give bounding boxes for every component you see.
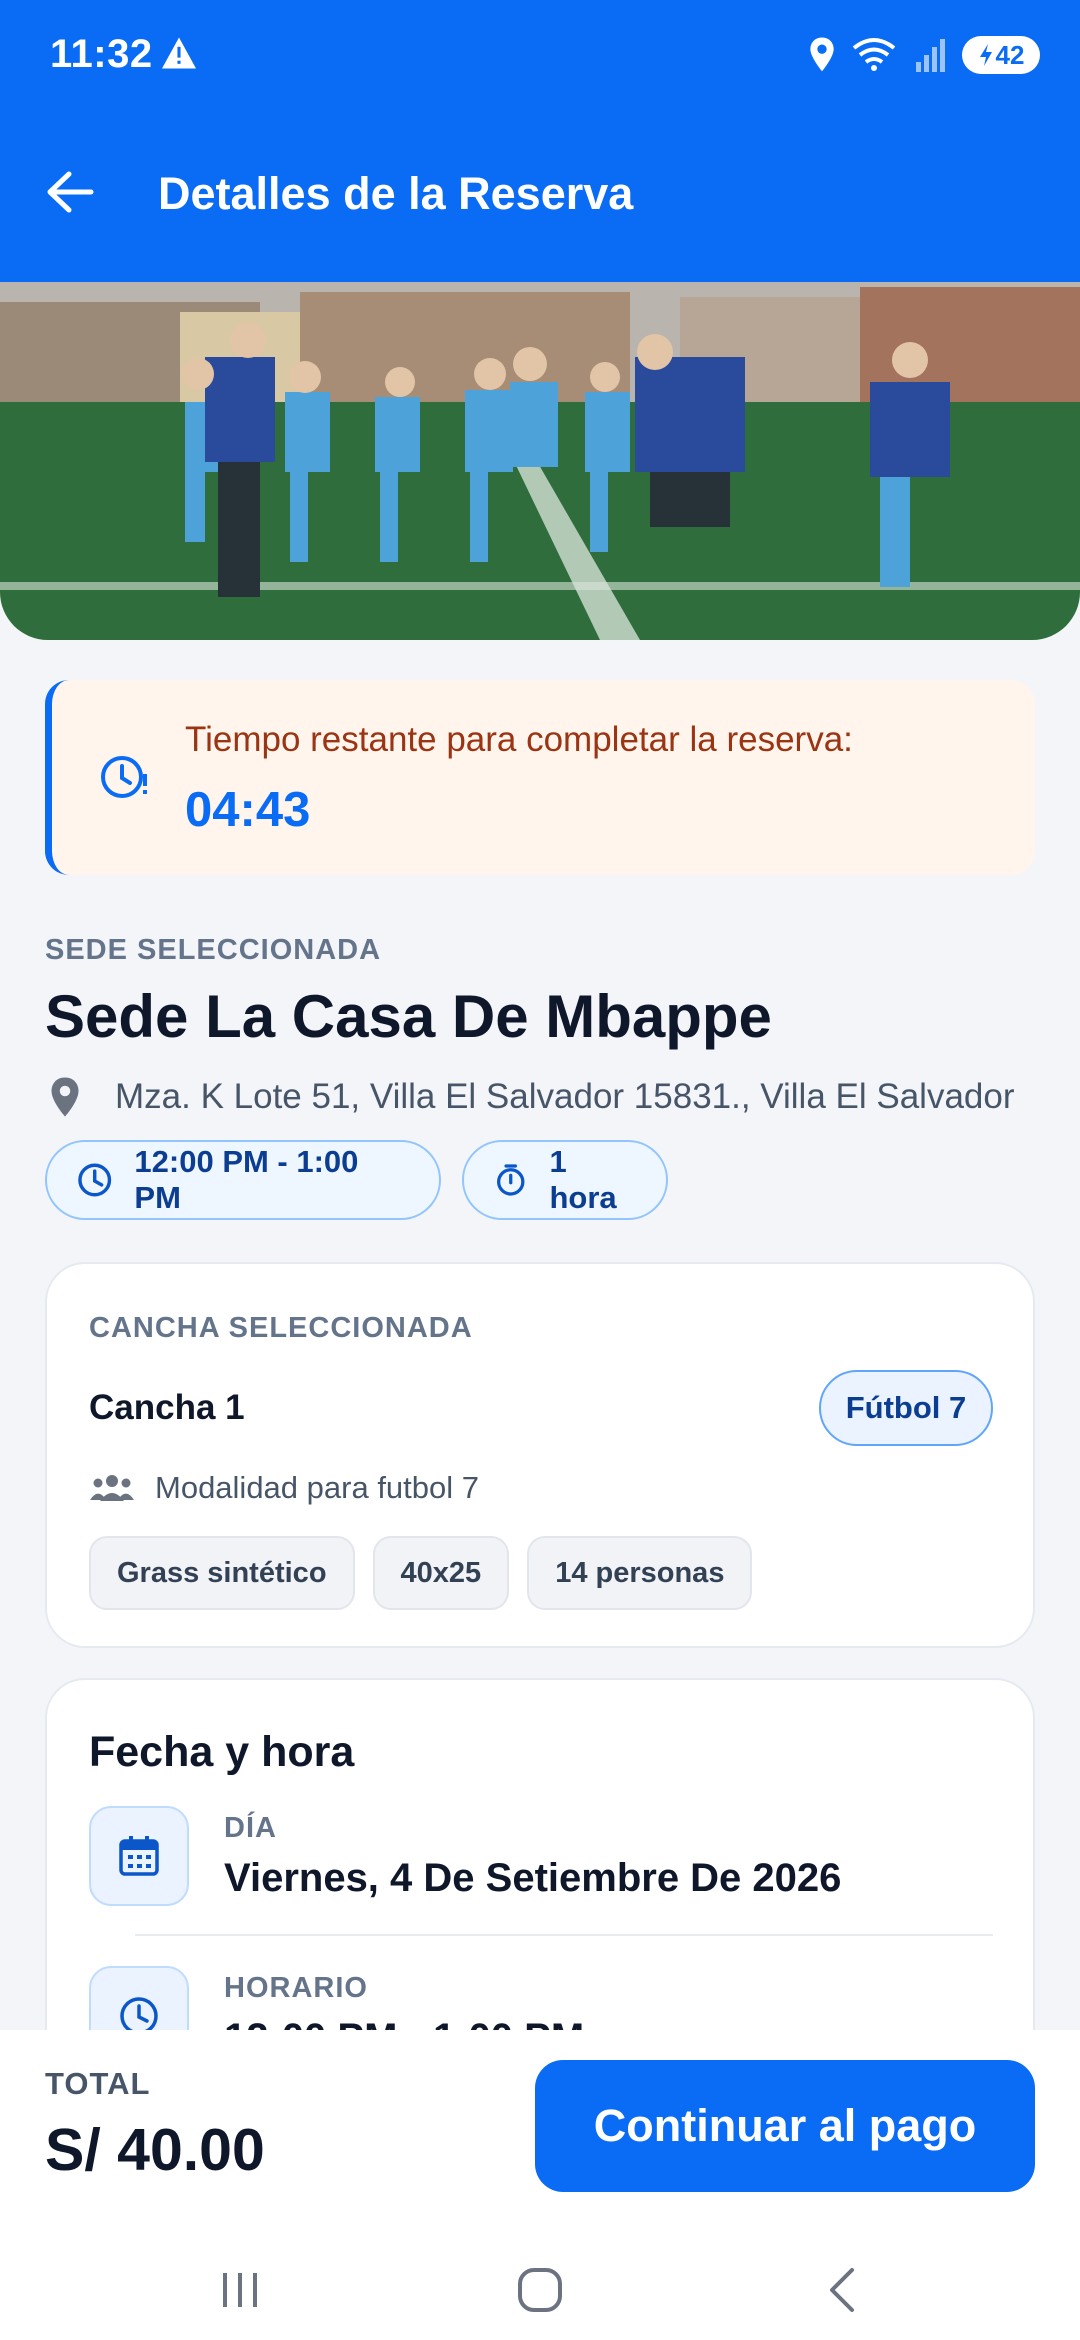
- page-title: Detalles de la Reserva: [158, 168, 634, 219]
- app-bar: 11:32 42 Detalles de la Reserva: [0, 0, 1080, 282]
- recents-button[interactable]: [200, 2260, 280, 2320]
- bolt-icon: [979, 44, 992, 66]
- chevron-left-icon: [830, 2268, 854, 2312]
- court-tags: Grass sintético 40x25 14 personas: [89, 1536, 753, 1610]
- venue-address: Mza. K Lote 51, Villa El Salvador 15831.…: [45, 1072, 1055, 1122]
- total-label: TOTAL: [45, 2066, 151, 2101]
- court-mode-text: Modalidad para futbol 7: [155, 1470, 480, 1505]
- signal-icon: [916, 39, 945, 72]
- continue-to-payment-button[interactable]: Continuar al pago: [535, 2060, 1035, 2192]
- venue-eyebrow: SEDE SELECCIONADA: [45, 934, 382, 966]
- warning-icon: [162, 37, 196, 69]
- court-eyebrow: CANCHA SELECCIONADA: [89, 1312, 473, 1344]
- stopwatch-icon: [497, 1164, 525, 1196]
- court-name: Cancha 1: [89, 1388, 245, 1427]
- home-icon: [518, 2268, 562, 2312]
- court-type-badge: Fútbol 7: [819, 1370, 993, 1446]
- court-card: CANCHA SELECCIONADA Cancha 1 Fútbol 7 Mo…: [45, 1262, 1035, 1648]
- reservation-timer: Tiempo restante para completar la reserv…: [45, 680, 1035, 875]
- header: Detalles de la Reserva: [0, 140, 1080, 240]
- checkout-bar: TOTAL S/ 40.00 Continuar al pago: [0, 2030, 1080, 2340]
- tag-dimensions: 40x25: [372, 1536, 510, 1610]
- time-label: HORARIO: [224, 1972, 368, 2004]
- battery-icon: 42: [962, 36, 1040, 74]
- wifi-icon: [852, 38, 896, 71]
- battery-level: 42: [995, 39, 1025, 70]
- schedule-title: Fecha y hora: [89, 1728, 355, 1776]
- recents-icon: [223, 2273, 257, 2307]
- status-time: 11:32: [50, 32, 153, 76]
- timer-label: Tiempo restante para completar la reserv…: [185, 720, 853, 759]
- time-chip-label: 12:00 PM - 1:00 PM: [134, 1144, 359, 1215]
- timer-countdown: 04:43: [185, 783, 311, 837]
- court-mode: Modalidad para futbol 7: [89, 1470, 479, 1506]
- calendar-icon: [119, 1836, 159, 1876]
- timer-alert-icon: [101, 756, 147, 798]
- day-row: DÍA Viernes, 4 De Setiembre De 2026: [89, 1806, 997, 1916]
- tag-surface: Grass sintético: [89, 1536, 355, 1610]
- calendar-icon-box: [89, 1806, 189, 1906]
- group-icon: [90, 1475, 134, 1501]
- tag-capacity: 14 personas: [527, 1536, 753, 1610]
- schedule-divider: [135, 1934, 993, 1936]
- day-label: DÍA: [224, 1812, 277, 1844]
- arrow-left-icon: [47, 171, 94, 213]
- venue-name: Sede La Casa De Mbappe: [45, 983, 772, 1050]
- address-text: Mza. K Lote 51, Villa El Salvador 15831.…: [115, 1077, 1015, 1116]
- venue-photo: [0, 282, 1080, 640]
- system-nav-bar: [0, 2230, 1080, 2340]
- total-value: S/ 40.00: [45, 2117, 265, 2183]
- duration-chip: 1 hora: [462, 1140, 668, 1220]
- soccer-kids-training-photo: [0, 282, 1080, 640]
- status-bar: 11:32 42: [0, 0, 1080, 110]
- location-pin-icon: [51, 1077, 79, 1117]
- duration-chip-label: 1 hora: [549, 1144, 617, 1215]
- home-button[interactable]: [500, 2260, 580, 2320]
- status-icons: 42: [808, 36, 1040, 74]
- back-button[interactable]: [40, 162, 100, 222]
- system-back-button[interactable]: [802, 2260, 882, 2320]
- time-chip: 12:00 PM - 1:00 PM: [45, 1140, 441, 1220]
- schedule-card: Fecha y hora DÍA Viernes, 4 De Setiembre…: [45, 1678, 1035, 2078]
- location-icon: [810, 37, 834, 72]
- day-value: Viernes, 4 De Setiembre De 2026: [224, 1856, 842, 1900]
- clock-icon: [78, 1163, 112, 1197]
